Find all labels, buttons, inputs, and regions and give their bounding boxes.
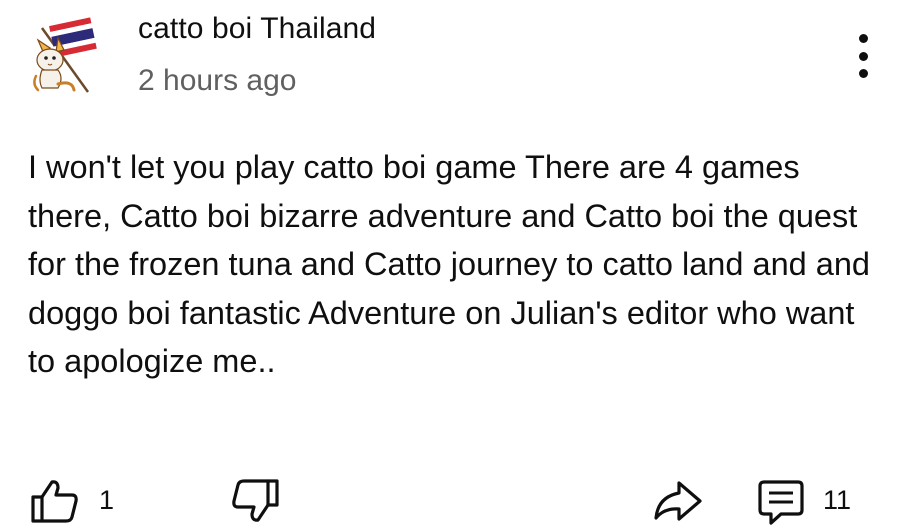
thumbs-down-icon [232,479,279,522]
share-arrow-icon [654,481,702,521]
more-vert-icon-dot [858,51,868,61]
like-button[interactable] [30,478,80,524]
share-button[interactable] [653,480,703,522]
more-vert-icon-dot [858,69,868,78]
comment-author[interactable]: catto boi Thailand [138,12,376,46]
thumbs-up-icon [31,480,78,523]
reply-button[interactable] [757,478,805,526]
comment-timestamp: 2 hours ago [138,64,297,97]
comment-icon [758,480,804,525]
more-options-button[interactable] [846,34,880,78]
reply-count: 11 [823,485,852,515]
dislike-button[interactable] [230,478,280,524]
comment-text: I won't let you play catto boi game Ther… [28,149,870,379]
avatar[interactable] [28,14,106,96]
cat-with-thai-flag-avatar-icon [33,17,97,93]
more-vert-icon [858,34,868,43]
like-count: 1 [99,485,115,515]
